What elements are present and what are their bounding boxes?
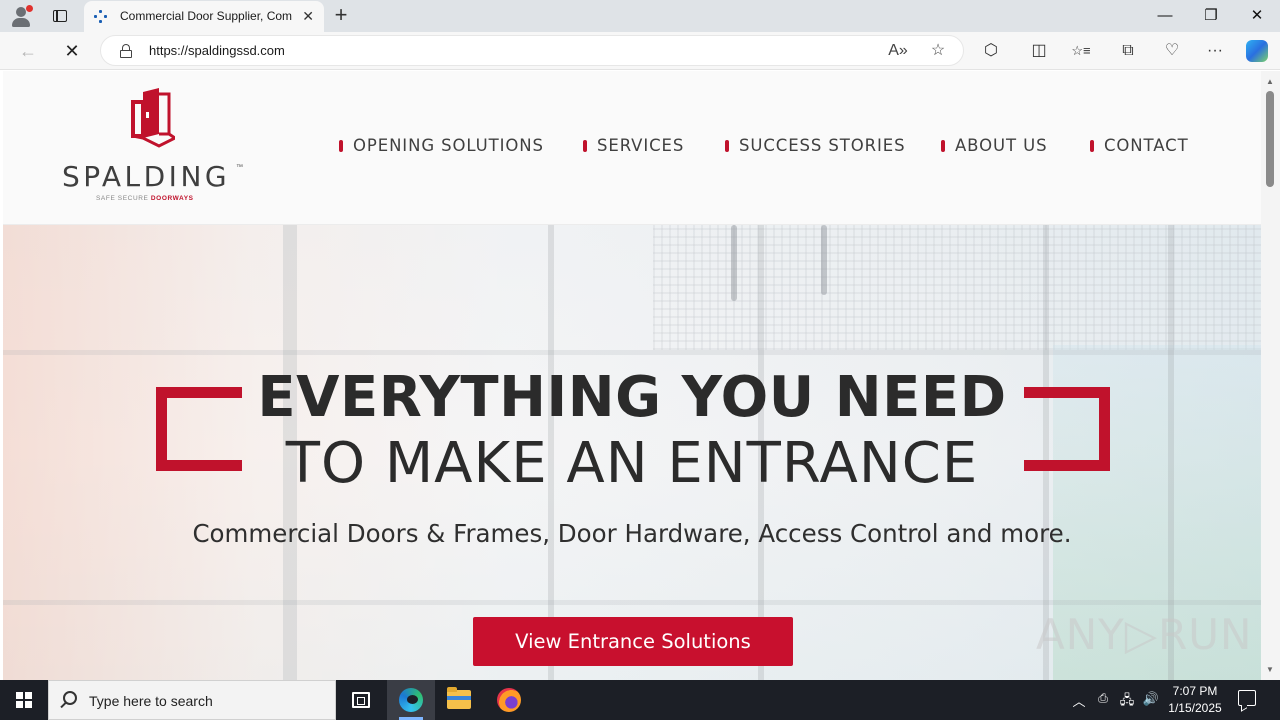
read-aloud-icon[interactable]: A» xyxy=(887,41,909,61)
logo-wordmark: SPALDING xyxy=(62,160,231,193)
favorites-icon[interactable]: ☆≡ xyxy=(1070,41,1092,61)
logo-trademark: ™ xyxy=(236,164,243,171)
hero-headline-line1: EVERYTHING YOU NEED xyxy=(257,365,1007,430)
tab-title: Commercial Door Supplier, Com xyxy=(120,9,293,23)
firefox-icon xyxy=(497,688,521,712)
clock-date: 1/15/2025 xyxy=(1168,701,1222,715)
nav-marker xyxy=(725,140,729,152)
clock-time: 7:07 PM xyxy=(1172,684,1218,698)
tab-close-icon[interactable]: ✕ xyxy=(302,8,314,24)
nav-marker xyxy=(1090,140,1094,152)
start-button[interactable] xyxy=(0,680,48,720)
profile-avatar-icon[interactable] xyxy=(10,5,33,27)
stop-loading-button[interactable]: ✕ xyxy=(60,40,84,62)
split-screen-icon[interactable]: ◫ xyxy=(1028,41,1050,61)
minimize-button[interactable]: — xyxy=(1142,4,1188,28)
browser-toolbar: ← ✕ https://spaldingssd.com A» ☆ ⬡ ◫ ☆≡ … xyxy=(0,32,1280,70)
network-icon[interactable]: 🖧 xyxy=(1118,691,1136,713)
nav-marker xyxy=(941,140,945,152)
system-clock[interactable]: 7:07 PM 1/15/2025 xyxy=(1160,683,1230,717)
web-page: SPALDING ™ SAFE SECURE DOORWAYS OPENING … xyxy=(3,71,1261,680)
loading-favicon-icon xyxy=(94,10,108,24)
show-hidden-icons-chevron-icon[interactable]: ︿ xyxy=(1070,691,1088,710)
page-scrollbar[interactable]: ▲ ▼ xyxy=(1261,71,1280,680)
browser-tab-active[interactable]: Commercial Door Supplier, Com ✕ xyxy=(84,1,324,32)
task-view-icon xyxy=(352,692,370,708)
main-navigation: OPENING SOLUTIONS SERVICES SUCCESS STORI… xyxy=(3,135,1261,157)
hero-headline-line2: TO MAKE AN ENTRANCE xyxy=(285,431,979,496)
windows-taskbar: Type here to search ︿ ⎙ 🖧 🔊 7:07 PM 1/15… xyxy=(0,680,1280,720)
device-tray-icon[interactable]: ⎙ xyxy=(1094,691,1112,706)
taskbar-edge[interactable] xyxy=(387,680,435,720)
window-close-button[interactable]: ✕ xyxy=(1234,4,1280,28)
hero-background-handle xyxy=(821,225,827,295)
more-menu-icon[interactable]: ··· xyxy=(1204,41,1226,61)
tab-actions-icon[interactable] xyxy=(50,6,70,26)
taskbar-file-explorer[interactable] xyxy=(435,680,483,720)
notification-center-icon[interactable] xyxy=(1238,690,1256,706)
browser-essentials-icon[interactable]: ♡ xyxy=(1161,41,1183,61)
browser-tab-strip: Commercial Door Supplier, Com ✕ + — ❐ ✕ xyxy=(0,0,1280,32)
new-tab-button[interactable]: + xyxy=(330,4,352,26)
restore-button[interactable]: ❐ xyxy=(1188,4,1234,28)
windows-logo-icon xyxy=(16,692,32,708)
lock-icon[interactable] xyxy=(120,44,132,58)
anyrun-watermark: ANY▷RUN xyxy=(1036,610,1253,659)
scroll-up-arrow-icon[interactable]: ▲ xyxy=(1266,77,1274,86)
copilot-icon[interactable] xyxy=(1246,40,1268,62)
hero-background-frame xyxy=(3,350,1261,355)
collections-icon[interactable]: ⧉ xyxy=(1117,41,1139,61)
view-entrance-solutions-button[interactable]: View Entrance Solutions xyxy=(473,617,793,666)
scrollbar-thumb[interactable] xyxy=(1266,91,1274,187)
search-icon xyxy=(63,691,77,705)
volume-icon[interactable]: 🔊 xyxy=(1142,691,1160,707)
back-button[interactable]: ← xyxy=(16,40,40,62)
taskbar-search-box[interactable]: Type here to search xyxy=(48,680,336,720)
nav-marker xyxy=(583,140,587,152)
file-explorer-icon xyxy=(447,687,471,709)
url-text[interactable]: https://spaldingssd.com xyxy=(149,43,285,58)
task-view-button[interactable] xyxy=(336,680,384,720)
hero-background-handle xyxy=(731,225,737,301)
add-favorite-icon[interactable]: ☆ xyxy=(927,41,949,61)
address-bar[interactable]: https://spaldingssd.com A» ☆ xyxy=(100,35,964,66)
hero-subheadline: Commercial Doors & Frames, Door Hardware… xyxy=(192,519,1072,548)
taskbar-firefox[interactable] xyxy=(485,680,533,720)
hero-background-frame xyxy=(3,600,1261,605)
extensions-icon[interactable]: ⬡ xyxy=(980,41,1002,61)
site-header: SPALDING ™ SAFE SECURE DOORWAYS OPENING … xyxy=(3,71,1261,225)
scroll-down-arrow-icon[interactable]: ▼ xyxy=(1266,665,1274,674)
nav-marker xyxy=(339,140,343,152)
logo-tagline: SAFE SECURE DOORWAYS xyxy=(96,195,194,202)
edge-icon xyxy=(399,688,423,712)
search-placeholder: Type here to search xyxy=(89,693,213,709)
